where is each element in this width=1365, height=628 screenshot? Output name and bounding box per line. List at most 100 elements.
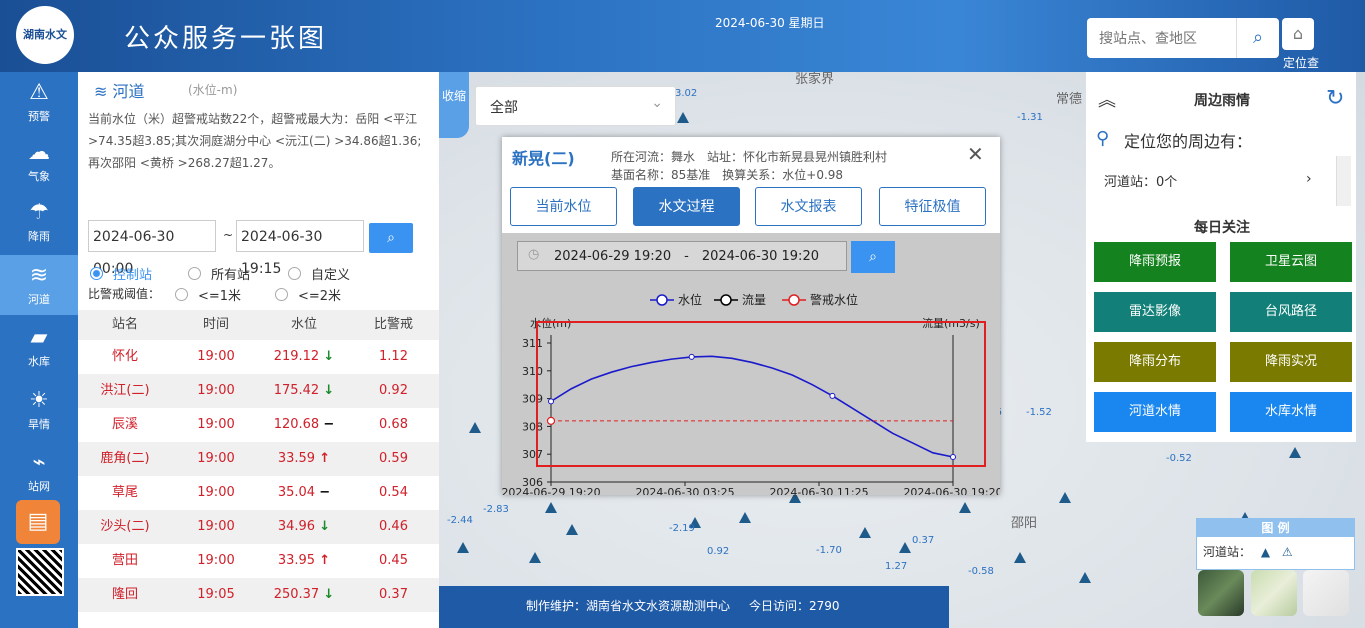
range-input[interactable]: 2024-06-29 19:20 - 2024-06-30 19:20 <box>517 241 847 271</box>
weather-icon: ☁ <box>28 140 50 165</box>
station-marker[interactable] <box>1059 492 1071 503</box>
over-warning: 1.12 <box>379 349 408 364</box>
time: 19:00 <box>197 553 235 568</box>
table-row[interactable]: 草尾 19:00 35.04 − 0.54 <box>78 476 439 510</box>
chevron-down-icon: ⌄ <box>651 95 663 111</box>
map-value: -0.52 <box>1166 453 1192 464</box>
tile-button[interactable]: 降雨分布 <box>1094 342 1216 382</box>
table-row[interactable]: 洪江(二) 19:00 175.42 ↓ 0.92 <box>78 374 439 408</box>
search-icon[interactable]: ⌕ <box>851 241 895 273</box>
dash-icon: − <box>319 485 331 500</box>
tile-button[interactable]: 降雨预报 <box>1094 242 1216 282</box>
table-row[interactable]: 怀化 19:00 219.12 ↓ 1.12 <box>78 340 439 374</box>
book-icon[interactable]: ▤ <box>16 500 60 544</box>
nav-item-network[interactable]: ⌁ 站网 <box>0 442 78 502</box>
nav-item-warning[interactable]: ⚠ 预警 <box>0 72 78 132</box>
rain-icon: ☂ <box>29 200 49 225</box>
station-marker[interactable] <box>1079 572 1091 583</box>
station-marker[interactable] <box>457 542 469 553</box>
time: 19:00 <box>197 349 235 364</box>
tab-current-level[interactable]: 当前水位 <box>510 187 617 226</box>
river-icon: ≋ <box>29 263 49 288</box>
tile-button[interactable]: 水库水情 <box>1230 392 1352 432</box>
summary-text: 当前水位（米）超警戒站数22个，超警戒最大为：岳阳 <平江 >74.35超3.8… <box>88 112 422 170</box>
river-panel: ≋ 河道 (水位-m) 当前水位（米）超警戒站数22个，超警戒最大为：岳阳 <平… <box>78 72 439 628</box>
tile-button[interactable]: 雷达影像 <box>1094 292 1216 332</box>
locate-text: 定位您的周边有： <box>1124 132 1253 151</box>
filter-all-stations[interactable]: 所有站 <box>188 264 250 283</box>
legend-marker <box>720 294 732 306</box>
nav-item-rain[interactable]: ☂ 降雨 <box>0 192 78 252</box>
river-count[interactable]: 河道站：0个 <box>1104 171 1177 190</box>
nav-item-weather[interactable]: ☁ 气象 <box>0 132 78 192</box>
search-icon[interactable]: ⌕ <box>369 223 413 253</box>
station-marker[interactable] <box>545 502 557 513</box>
station-marker[interactable] <box>739 512 751 523</box>
tab-hydro-report[interactable]: 水文报表 <box>755 187 862 226</box>
tile-button[interactable]: 卫星云图 <box>1230 242 1352 282</box>
start-time-input[interactable]: 2024-06-30 00:00 <box>88 220 216 277</box>
nav-item-reservoir[interactable]: ▰ 水库 <box>0 317 78 377</box>
time: 19:00 <box>197 417 235 432</box>
table-row[interactable]: 隆回 19:05 250.37 ↓ 0.37 <box>78 578 439 612</box>
locate-icon[interactable]: ⌂ <box>1282 18 1314 50</box>
column-header: 水位 <box>290 317 317 332</box>
basemap-vector[interactable] <box>1303 570 1349 616</box>
time: 19:05 <box>197 587 235 602</box>
filter-control-stations[interactable]: 控制站 <box>90 264 152 283</box>
station-marker[interactable] <box>529 552 541 563</box>
map-value: 0.37 <box>912 535 935 546</box>
table-row[interactable]: 营田 19:00 33.95 ↑ 0.45 <box>78 544 439 578</box>
locate-label[interactable]: 定位查 <box>1283 54 1319 71</box>
radio-dot <box>90 267 103 280</box>
threshold-1m[interactable]: <=1米 <box>175 285 241 304</box>
search-input[interactable] <box>1097 26 1241 52</box>
tab-extremes[interactable]: 特征极值 <box>879 187 986 226</box>
nav-item-river[interactable]: ≋ 河道 <box>0 255 78 315</box>
table-row[interactable]: 沙头(二) 19:00 34.96 ↓ 0.46 <box>78 510 439 544</box>
collapse-up-icon[interactable]: ︽ <box>1098 86 1116 112</box>
tile-button[interactable]: 台风路径 <box>1230 292 1352 332</box>
basemap-terrain[interactable] <box>1251 570 1297 616</box>
map-value: 0.92 <box>707 546 730 557</box>
chevron-right-icon[interactable]: › <box>1306 171 1312 187</box>
panel-unit: (水位-m) <box>188 83 238 97</box>
river-icon: ≋ <box>94 82 113 101</box>
filter-custom[interactable]: 自定义 <box>288 264 350 283</box>
refresh-icon[interactable]: ↻ <box>1326 86 1344 111</box>
arrow-down-icon: ↓ <box>323 383 335 398</box>
station-marker[interactable] <box>899 542 911 553</box>
station-marker[interactable] <box>469 422 481 433</box>
map-legend: 图 例 河道站： ▲ ⚠ <box>1196 518 1355 570</box>
collapse-button[interactable]: 收缩 <box>439 72 469 138</box>
left-nav: ⚠ 预警 ☁ 气象 ☂ 降雨 ≋ 河道 ▰ 水库 ☀ 旱情 ⌁ 站网 <box>0 72 78 628</box>
threshold-2m[interactable]: <=2米 <box>275 285 341 304</box>
station-marker[interactable] <box>566 524 578 535</box>
basin-select[interactable]: 全部 ⌄ <box>475 86 676 126</box>
end-time-input[interactable]: 2024-06-30 19:15 <box>236 220 364 277</box>
table-row[interactable]: 辰溪 19:00 120.68 − 0.68 <box>78 408 439 442</box>
legend-label: 水位 <box>678 292 702 307</box>
reservoir-icon: ▰ <box>30 325 48 350</box>
table-body: 怀化 19:00 219.12 ↓ 1.12 洪江(二) 19:00 175.42 ↓ 0.9… <box>78 340 439 612</box>
station-marker[interactable] <box>677 112 689 123</box>
station-marker[interactable] <box>959 502 971 513</box>
column-header: 站名 <box>111 317 138 332</box>
station-name: 怀化 <box>111 349 138 364</box>
close-icon[interactable]: ✕ <box>967 142 984 166</box>
scrollbar[interactable] <box>1336 156 1351 206</box>
basemap-satellite[interactable] <box>1198 570 1244 616</box>
station-marker[interactable] <box>1014 552 1026 563</box>
table-row[interactable]: 鹿角(二) 19:00 33.59 ↑ 0.59 <box>78 442 439 476</box>
level-cell: 33.95 ↑ <box>277 553 331 568</box>
tab-hydro-process[interactable]: 水文过程 <box>633 187 740 226</box>
tile-button[interactable]: 河道水情 <box>1094 392 1216 432</box>
station-marker[interactable] <box>859 527 871 538</box>
search-icon[interactable]: ⌕ <box>1236 18 1279 58</box>
dash-icon: − <box>323 417 335 432</box>
tile-button[interactable]: 降雨实况 <box>1230 342 1352 382</box>
station-marker[interactable] <box>1289 447 1301 458</box>
y2-axis-label: 流量(m3/s) <box>922 316 980 330</box>
station-name: 洪江(二) <box>100 383 150 398</box>
nav-item-drought[interactable]: ☀ 旱情 <box>0 380 78 440</box>
